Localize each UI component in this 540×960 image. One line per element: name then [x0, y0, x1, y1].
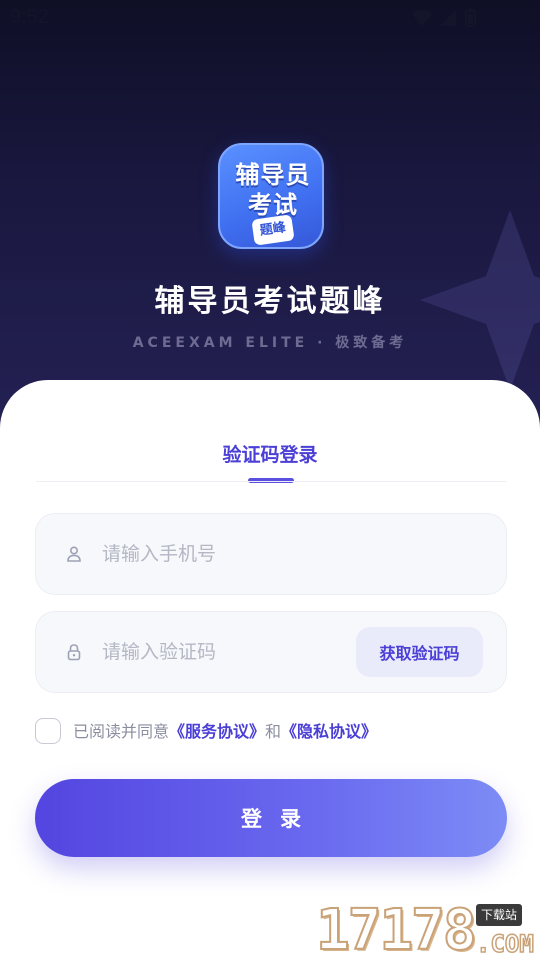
tab-sms-login[interactable]: 验证码登录 — [0, 440, 540, 467]
user-icon — [67, 546, 81, 562]
tab-divider — [36, 481, 506, 482]
hero-header: 9:52 辅导员 考试 题峰 辅导员考试题峰 ACEEXAM ELITE · 极… — [0, 0, 540, 430]
code-input[interactable] — [102, 632, 362, 672]
service-agreement-link[interactable]: 《服务协议》 — [169, 722, 265, 741]
app-tagline: ACEEXAM ELITE · 极致备考 — [132, 335, 408, 351]
agree-checkbox[interactable] — [35, 718, 61, 744]
phone-input[interactable] — [102, 534, 362, 574]
get-code-button[interactable]: 获取验证码 — [356, 627, 483, 677]
cellular-signal-icon — [440, 10, 456, 26]
phone-field[interactable] — [35, 513, 507, 595]
watermark-tag: 下载站 — [476, 904, 523, 926]
app-name: 辅导员考试题峰 — [154, 284, 386, 319]
login-button[interactable]: 登录 — [35, 779, 507, 857]
lock-icon — [67, 644, 81, 661]
login-card: 验证码登录 获取验证码 已阅读并同意《服务协议》和《隐私协议》 登录 — [0, 380, 540, 960]
agree-and: 和 — [265, 722, 282, 741]
agreement-row: 已阅读并同意《服务协议》和《隐私协议》 — [35, 716, 515, 746]
battery-icon — [465, 8, 476, 27]
status-icons — [412, 8, 476, 27]
code-field[interactable]: 获取验证码 — [35, 611, 507, 693]
agreement-text: 已阅读并同意《服务协议》和《隐私协议》 — [73, 718, 377, 742]
app-logo-badge: 题峰 — [251, 214, 295, 246]
watermark-suffix: .COM — [475, 929, 534, 959]
app-logo-line2: 考试 — [248, 191, 298, 219]
app-logo: 辅导员 考试 题峰 — [218, 143, 324, 249]
privacy-agreement-link[interactable]: 《隐私协议》 — [281, 722, 377, 741]
status-bar: 9:52 — [0, 0, 540, 36]
wifi-icon — [412, 10, 432, 26]
site-watermark: 17178 下载站 .COM — [315, 897, 540, 960]
status-time: 9:52 — [10, 6, 49, 28]
agree-prefix: 已阅读并同意 — [73, 722, 170, 741]
watermark-number: 17178 — [315, 897, 478, 960]
